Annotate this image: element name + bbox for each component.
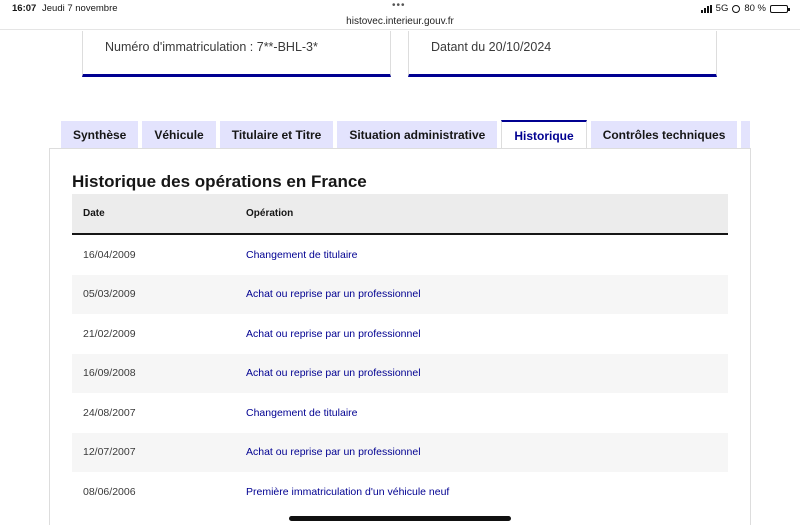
row-operation: Achat ou reprise par un professionnel bbox=[246, 367, 421, 380]
signal-icon bbox=[700, 4, 712, 13]
page-title: Historique des opérations en France bbox=[72, 172, 367, 191]
row-date: 05/03/2009 bbox=[83, 288, 136, 301]
row-operation: Première immatriculation d'un véhicule n… bbox=[246, 485, 450, 498]
more-dots-icon[interactable]: ••• bbox=[392, 0, 406, 11]
network-label: 5G bbox=[715, 3, 729, 14]
status-bar: 16:07 Jeudi 7 novembre ••• histovec.inte… bbox=[0, 0, 800, 30]
status-time: 16:07 bbox=[12, 3, 37, 14]
row-operation: Achat ou reprise par un professionnel bbox=[246, 288, 421, 301]
battery-icon bbox=[770, 4, 790, 13]
row-date: 24/08/2007 bbox=[83, 406, 136, 419]
row-operation: Changement de titulaire bbox=[246, 248, 358, 261]
row-date: 16/04/2009 bbox=[83, 248, 136, 261]
report-date: Datant du 20/10/2024 bbox=[431, 40, 552, 54]
home-indicator[interactable] bbox=[289, 516, 511, 521]
battery-label: 80 % bbox=[744, 3, 766, 14]
tab-list: Synthèse Véhicule Titulaire et Titre Situat… bbox=[61, 120, 750, 149]
plate-card: Numéro d'immatriculation : 7**-BHL-3* bbox=[82, 31, 391, 77]
row-date: 16/09/2008 bbox=[83, 367, 136, 380]
table-row: 24/08/2007 Changement de titulaire bbox=[72, 393, 728, 433]
tab-controles-techniques[interactable]: Contrôles techniques bbox=[590, 121, 738, 149]
operations-table: Date Opération 16/04/2009 Changement de t… bbox=[72, 194, 728, 512]
table-row: 05/03/2009 Achat ou reprise par un profes… bbox=[72, 274, 728, 314]
status-indicators: 5G 80 % bbox=[700, 3, 790, 14]
tab-situation-administrative[interactable]: Situation administrative bbox=[337, 121, 498, 149]
table-row: 12/07/2007 Achat ou reprise par un profes… bbox=[72, 432, 728, 472]
address-bar[interactable]: histovec.interieur.gouv.fr bbox=[0, 16, 800, 27]
table-row: 16/04/2009 Changement de titulaire bbox=[72, 235, 728, 275]
tab-titulaire-et-titre[interactable]: Titulaire et Titre bbox=[219, 121, 334, 149]
table-row: 21/02/2009 Achat ou reprise par un profes… bbox=[72, 314, 728, 354]
row-date: 12/07/2007 bbox=[83, 446, 136, 459]
table-row: 08/06/2006 Première immatriculation d'un … bbox=[72, 472, 728, 512]
tab-kilometrage[interactable]: Kilométrage bbox=[741, 121, 750, 149]
tab-vehicule[interactable]: Véhicule bbox=[142, 121, 216, 149]
row-date: 08/06/2006 bbox=[83, 485, 136, 498]
table-header: Date Opération bbox=[72, 194, 728, 235]
tab-historique[interactable]: Historique bbox=[501, 120, 587, 149]
row-operation: Achat ou reprise par un professionnel bbox=[246, 446, 421, 459]
column-header-operation: Opération bbox=[246, 208, 294, 219]
table-body: 16/04/2009 Changement de titulaire 05/03/2… bbox=[72, 235, 728, 512]
tab-synthese[interactable]: Synthèse bbox=[61, 121, 139, 149]
report-date-card: Datant du 20/10/2024 bbox=[408, 31, 717, 77]
plate-number: Numéro d'immatriculation : 7**-BHL-3* bbox=[105, 40, 318, 54]
row-operation: Achat ou reprise par un professionnel bbox=[246, 327, 421, 340]
column-header-date: Date bbox=[83, 208, 105, 219]
row-operation: Changement de titulaire bbox=[246, 406, 358, 419]
status-date: Jeudi 7 novembre bbox=[42, 3, 118, 14]
orientation-lock-icon bbox=[732, 4, 741, 13]
row-date: 21/02/2009 bbox=[83, 327, 136, 340]
table-row: 16/09/2008 Achat ou reprise par un profes… bbox=[72, 353, 728, 393]
